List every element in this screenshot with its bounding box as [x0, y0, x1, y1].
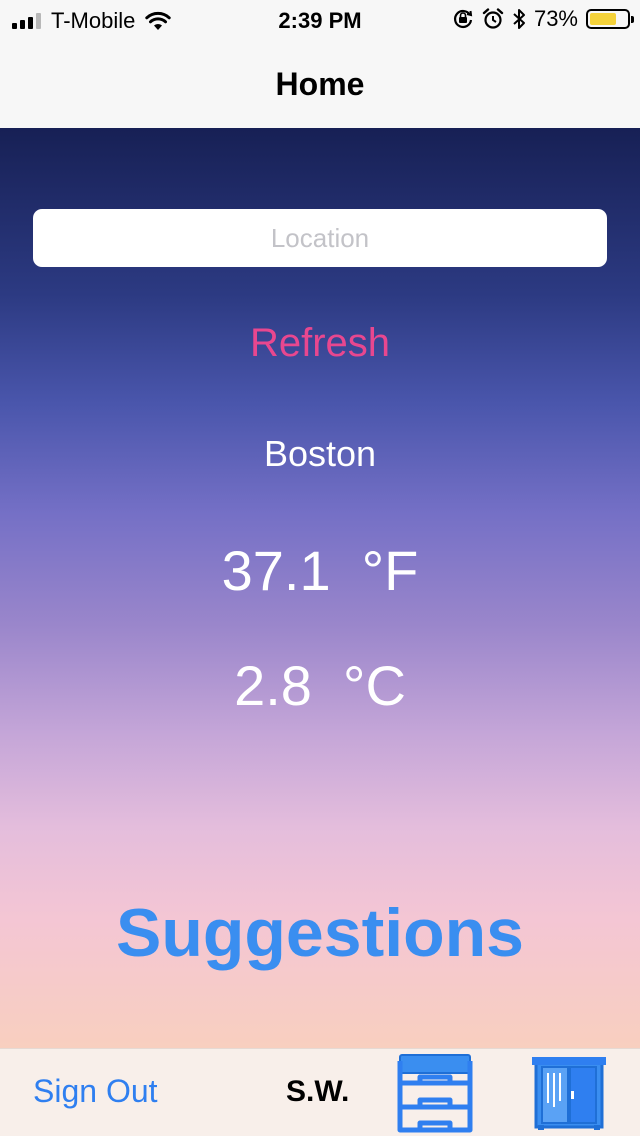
page-title: Home	[275, 66, 365, 102]
temperature-fahrenheit: 37.1 °F	[221, 539, 419, 602]
bluetooth-icon	[513, 9, 525, 29]
location-input[interactable]	[33, 209, 607, 267]
status-bar: T-Mobile 2:39 PM 73%	[0, 0, 640, 40]
battery-fill	[590, 13, 616, 25]
battery-icon	[586, 9, 634, 29]
temperature-celsius: 2.8 °C	[234, 654, 406, 717]
suggestions-button[interactable]: Suggestions	[0, 893, 640, 973]
refresh-button[interactable]: Refresh	[0, 320, 640, 367]
home-screen: T-Mobile 2:39 PM 73% Home Location Refre…	[0, 0, 640, 1136]
wardrobe-icon[interactable]	[530, 1055, 608, 1131]
alarm-icon	[482, 8, 504, 29]
orientation-lock-icon	[453, 9, 473, 29]
navigation-bar: Home	[0, 40, 640, 128]
user-initials: S.W.	[286, 1075, 350, 1108]
battery-percent: 73%	[533, 6, 578, 31]
weather-panel: Refresh Boston 37.1 °F 2.8 °C Suggestion…	[0, 128, 640, 1048]
sign-out-button[interactable]: Sign Out	[33, 1073, 158, 1110]
status-bar-right: 73%	[452, 6, 634, 32]
city-label: Boston	[263, 433, 377, 474]
inbox-tray-icon[interactable]	[396, 1053, 474, 1133]
tab-bar: Sign Out S.W.	[0, 1048, 640, 1136]
